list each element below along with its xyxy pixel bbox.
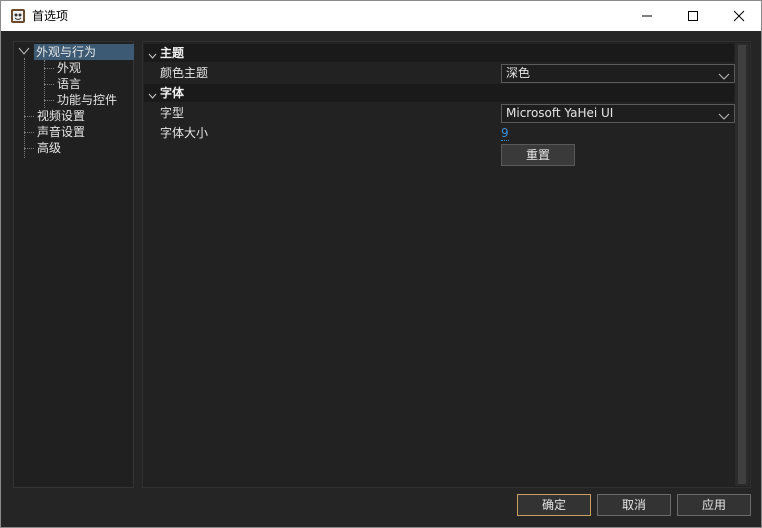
tree-guide-line (24, 58, 25, 158)
color-theme-dropdown[interactable]: 深色 (501, 64, 735, 83)
color-theme-label: 颜色主题 (160, 66, 209, 80)
close-button[interactable] (716, 1, 762, 31)
font-size-label: 字体大小 (160, 126, 209, 140)
reset-font-button[interactable]: 重置 (501, 144, 575, 166)
section-header-font[interactable]: 字体 (144, 84, 734, 102)
minimize-button[interactable] (624, 1, 670, 31)
scrollbar-thumb[interactable] (738, 45, 746, 484)
window-title: 首选项 (32, 9, 69, 23)
tree-item-language[interactable]: 语言 (57, 76, 81, 92)
app-icon (10, 8, 26, 24)
tree-item-video-settings[interactable]: 视频设置 (37, 108, 85, 124)
tree-guide-line (24, 132, 34, 133)
typeface-value: Microsoft YaHei UI (506, 106, 614, 120)
typeface-dropdown[interactable]: Microsoft YaHei UI (501, 104, 735, 123)
collapse-chevron-icon[interactable] (148, 48, 157, 66)
apply-button[interactable]: 应用 (677, 494, 751, 516)
panel-scrollbar[interactable] (735, 43, 749, 486)
tree-guide-line (44, 84, 54, 85)
tree-item-appearance[interactable]: 外观 (57, 60, 81, 76)
tree-guide-line (24, 148, 34, 149)
ok-button[interactable]: 确定 (517, 494, 591, 516)
section-header-theme[interactable]: 主题 (144, 44, 734, 62)
property-panel: 主题 颜色主题 深色 字体 字型 Microsoft YaHei UI 字体大小… (142, 41, 751, 488)
maximize-icon (688, 11, 698, 21)
section-title-font: 字体 (160, 86, 185, 100)
tree-guide-line (44, 68, 54, 69)
collapse-chevron-icon[interactable] (148, 88, 157, 106)
settings-tree[interactable]: 外观与行为 外观 语言 功能与控件 视频设置 声音设置 高级 (13, 41, 134, 488)
tree-item-appearance-behavior[interactable]: 外观与行为 (34, 44, 134, 60)
chevron-down-icon (718, 109, 730, 126)
close-icon (733, 10, 745, 22)
cancel-button[interactable]: 取消 (597, 494, 671, 516)
typeface-label: 字型 (160, 106, 185, 120)
tree-guide-line (44, 100, 54, 101)
tree-item-features-controls[interactable]: 功能与控件 (57, 92, 117, 108)
tree-guide-line (24, 116, 34, 117)
tree-item-sound-settings[interactable]: 声音设置 (37, 124, 85, 140)
dialog-client-area: 外观与行为 外观 语言 功能与控件 视频设置 声音设置 高级 主题 颜色主题 深… (0, 31, 762, 528)
tree-item-advanced[interactable]: 高级 (37, 140, 61, 156)
section-title-theme: 主题 (160, 46, 185, 60)
minimize-icon (642, 15, 652, 17)
title-bar: 首选项 (0, 0, 762, 31)
maximize-button[interactable] (670, 1, 716, 31)
expand-chevron-icon[interactable] (18, 45, 30, 59)
font-size-value[interactable]: 9 (501, 125, 509, 141)
color-theme-value: 深色 (506, 66, 531, 80)
